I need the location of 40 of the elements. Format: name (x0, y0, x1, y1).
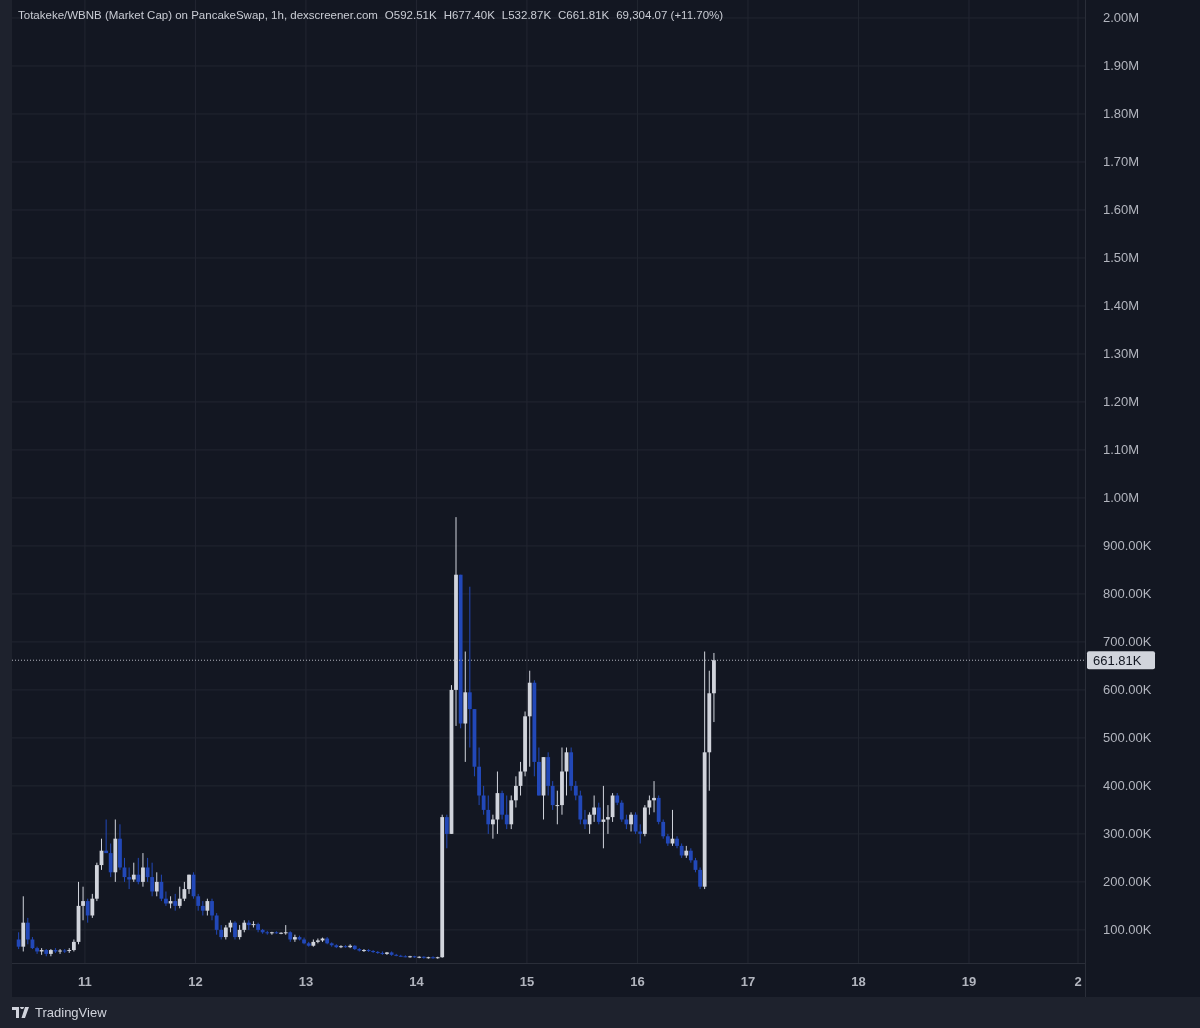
ohlc-value: H677.40K (443, 9, 495, 21)
price-axis-label: 900.00K (1103, 538, 1152, 554)
price-axis-label: 1.40M (1103, 298, 1140, 314)
price-axis-label: 1.20M (1103, 394, 1140, 410)
price-axis-label: 500.00K (1103, 730, 1152, 746)
time-axis-label: 2 (1074, 974, 1082, 989)
price-axis-label: 1.80M (1103, 106, 1140, 122)
time-axis-label: 17 (740, 974, 756, 989)
price-axis-label: 2.00M (1103, 10, 1140, 26)
price-axis-label: 800.00K (1103, 586, 1152, 602)
time-axis-label: 12 (188, 974, 203, 989)
last-price-label: 661.81K (1087, 651, 1155, 670)
logo-icon (12, 1007, 30, 1018)
price-axis-label: 400.00K (1103, 778, 1152, 794)
price-axis-label: 1.90M (1103, 58, 1140, 74)
chart-title: Totakeke/WBNB (Market Cap) on PancakeSwap, 1h, dexscreener.com (18, 9, 378, 21)
price-axis-label: 1.10M (1103, 442, 1140, 458)
price-axis-label: 1.50M (1103, 250, 1140, 266)
price-axis-label: 700.00K (1103, 634, 1152, 650)
time-axis-label: 19 (961, 974, 977, 989)
price-axis-label: 1.30M (1103, 346, 1140, 362)
ohlc-value: L532.87K (501, 9, 552, 21)
time-axis-label: 16 (630, 974, 645, 989)
ohlc-value: C661.81K (558, 9, 610, 21)
ohlc-value: O592.51K (384, 9, 437, 21)
price-axis-label: 600.00K (1103, 682, 1152, 698)
time-axis-label: 14 (409, 974, 424, 989)
time-axis-label: 13 (298, 974, 314, 989)
brand-name: TradingView (35, 1005, 107, 1020)
time-axis-label: 15 (519, 974, 535, 989)
price-axis-label: 1.60M (1103, 202, 1140, 218)
price-axis-label: 100.00K (1103, 922, 1152, 938)
ohlc-value: 69,304.07 (+11.70%) (616, 9, 724, 21)
time-axis-label: 18 (851, 974, 866, 989)
ref-line-label: 661.81K (1093, 652, 1142, 668)
price-axis-label: 300.00K (1103, 826, 1152, 842)
price-axis-label: 200.00K (1103, 874, 1152, 890)
time-axis-label: 11 (78, 974, 92, 989)
price-axis-label: 1.70M (1103, 154, 1140, 170)
price-axis-label: 1.00M (1103, 490, 1140, 506)
